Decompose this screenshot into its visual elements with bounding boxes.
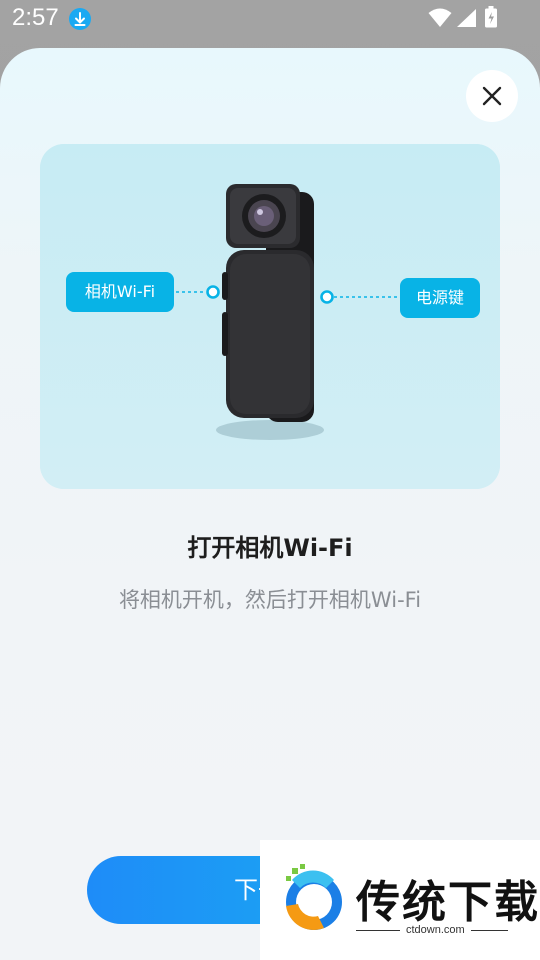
wifi-icon <box>428 8 452 27</box>
close-button[interactable] <box>466 70 518 122</box>
setup-sheet: 相机Wi-Fi 电源键 打开相机Wi-Fi 将相机开机，然后打开相机Wi-Fi … <box>0 48 540 960</box>
wifi-button-pointer <box>176 285 220 299</box>
status-time: 2:57 <box>12 4 59 31</box>
screen: 2:57 相机Wi-Fi 电源键 打开相机Wi-Fi 将相机开机，然后打开相机W… <box>0 0 540 960</box>
signal-icon <box>457 9 476 27</box>
watermark-logo-icon <box>286 864 342 930</box>
camera-illustration: 相机Wi-Fi 电源键 <box>40 144 500 489</box>
power-button-label: 电源键 <box>400 278 480 318</box>
step-description: 将相机开机，然后打开相机Wi-Fi <box>118 588 422 612</box>
camera-device-image <box>222 184 314 422</box>
watermark: 传统下载 ctdown.com <box>260 840 540 960</box>
step-title: 打开相机Wi-Fi <box>187 534 353 562</box>
close-icon <box>482 86 502 106</box>
wifi-button-label: 相机Wi-Fi <box>66 272 174 312</box>
battery-charging-icon <box>485 6 497 28</box>
status-bar: 2:57 <box>0 0 540 40</box>
download-icon <box>69 8 91 30</box>
watermark-url: ctdown.com <box>400 924 471 936</box>
watermark-brand: 传统下载 <box>356 877 540 928</box>
power-button-pointer <box>320 290 398 304</box>
